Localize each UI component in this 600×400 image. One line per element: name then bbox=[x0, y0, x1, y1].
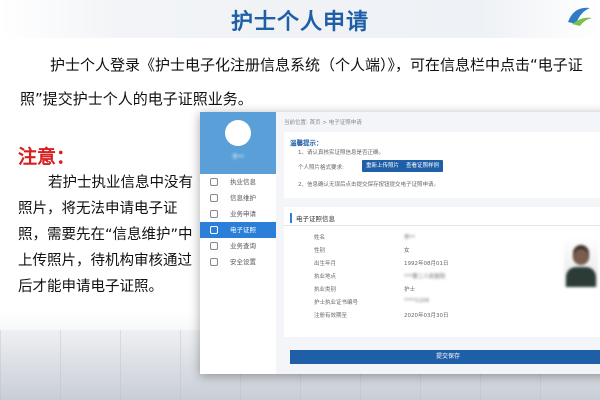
sidebar-item-security[interactable]: 安全设置 bbox=[200, 254, 276, 270]
certificate-icon bbox=[210, 226, 218, 234]
photo-face bbox=[574, 249, 588, 265]
person-icon bbox=[210, 178, 218, 186]
breadcrumb: 当前位置: 首页 > 电子证照申请 bbox=[284, 120, 362, 126]
sidebar-item-business-query[interactable]: 业务查询 bbox=[200, 238, 276, 254]
tips-title: 温馨提示： bbox=[290, 139, 323, 147]
edit-icon bbox=[210, 194, 218, 202]
photo-body bbox=[566, 267, 596, 287]
sidebar-item-info-maintenance[interactable]: 信息维护 bbox=[200, 190, 276, 206]
submit-save-button[interactable]: 提交保存 bbox=[290, 350, 600, 364]
field-label: 姓名 bbox=[314, 235, 326, 241]
field-label: 护士执业证书编号 bbox=[314, 300, 359, 306]
sidebar-item-label: 业务申请 bbox=[230, 210, 256, 218]
profile-panel: 李** bbox=[200, 112, 276, 174]
certificate-header: 电子证照信息 bbox=[290, 213, 335, 223]
app-screenshot: 李** 执业信息 信息维护 业务申请 电子证照 业务查询 安全设置 当前位置: … bbox=[200, 112, 600, 374]
field-value: 1992年08月01日 bbox=[404, 261, 449, 267]
note-body: 若护士执业信息中没有照片，将无法申请电子证照，需要先在“信息维护”中上传照片，待… bbox=[18, 175, 193, 295]
field-value: ****1104 bbox=[404, 298, 429, 304]
logo-icon bbox=[568, 7, 592, 26]
field-value: 护士 bbox=[404, 287, 416, 293]
sidebar-item-practice-info[interactable]: 执业信息 bbox=[200, 174, 276, 190]
document-icon bbox=[210, 210, 218, 218]
tip-line-2: 2、信息确认无误后点击提交保存按钮提交电子证照申请。 bbox=[298, 182, 440, 188]
sidebar-item-e-certificate[interactable]: 电子证照 bbox=[200, 222, 276, 238]
avatar[interactable] bbox=[225, 120, 251, 146]
field-value: 2020年03月30日 bbox=[404, 313, 449, 319]
certificate-panel: 电子证照信息 姓名 李** 性别 女 出生年月 1992年08月01日 执业地点… bbox=[284, 207, 600, 337]
username: 李** bbox=[231, 154, 244, 161]
tip-line-1: 1、请认真核实证照信息是否正确。 bbox=[298, 150, 385, 156]
field-label: 出生年月 bbox=[314, 261, 337, 267]
field-value: 李** bbox=[404, 235, 416, 241]
id-photo bbox=[564, 237, 598, 287]
sidebar: 李** 执业信息 信息维护 业务申请 电子证照 业务查询 安全设置 bbox=[200, 112, 276, 374]
field-label: 执业地点 bbox=[314, 274, 337, 280]
sidebar-item-label: 信息维护 bbox=[230, 194, 256, 202]
intro-line-1: 护士个人登录《护士电子化注册信息系统（个人端）》，可在信息栏中点击“电子证 bbox=[50, 56, 583, 74]
divider bbox=[284, 225, 600, 226]
photo-format-label: 个人照片格式要求: bbox=[298, 165, 344, 171]
reupload-photo-button[interactable]: 重新上传照片 bbox=[362, 160, 404, 172]
field-value: ***第二人民医院 bbox=[404, 274, 446, 280]
intro-line-2: 照”提交护士个人的电子证照业务。 bbox=[20, 90, 253, 108]
lock-icon bbox=[210, 258, 218, 266]
note-title: 注意： bbox=[18, 146, 76, 168]
field-label: 注册有效期至 bbox=[314, 313, 348, 319]
field-value: 女 bbox=[404, 248, 410, 254]
view-sample-button[interactable]: 查看证照样例 bbox=[402, 160, 444, 172]
intro-text: 护士个人登录《护士电子化注册信息系统（个人端）》，可在信息栏中点击“电子证 照”… bbox=[20, 48, 600, 116]
field-label: 执业类别 bbox=[314, 287, 337, 293]
sidebar-item-label: 安全设置 bbox=[230, 258, 256, 266]
search-icon bbox=[210, 242, 218, 250]
sidebar-item-business-apply[interactable]: 业务申请 bbox=[200, 206, 276, 222]
sidebar-item-label: 业务查询 bbox=[230, 242, 256, 250]
field-label: 性别 bbox=[314, 248, 326, 254]
slide-title: 护士个人申请 bbox=[230, 10, 369, 35]
sidebar-item-label: 电子证照 bbox=[230, 226, 256, 234]
tips-panel: 温馨提示： 1、请认真核实证照信息是否正确。 个人照片格式要求: 重新上传照片 … bbox=[284, 132, 600, 198]
sidebar-item-label: 执业信息 bbox=[230, 178, 256, 186]
